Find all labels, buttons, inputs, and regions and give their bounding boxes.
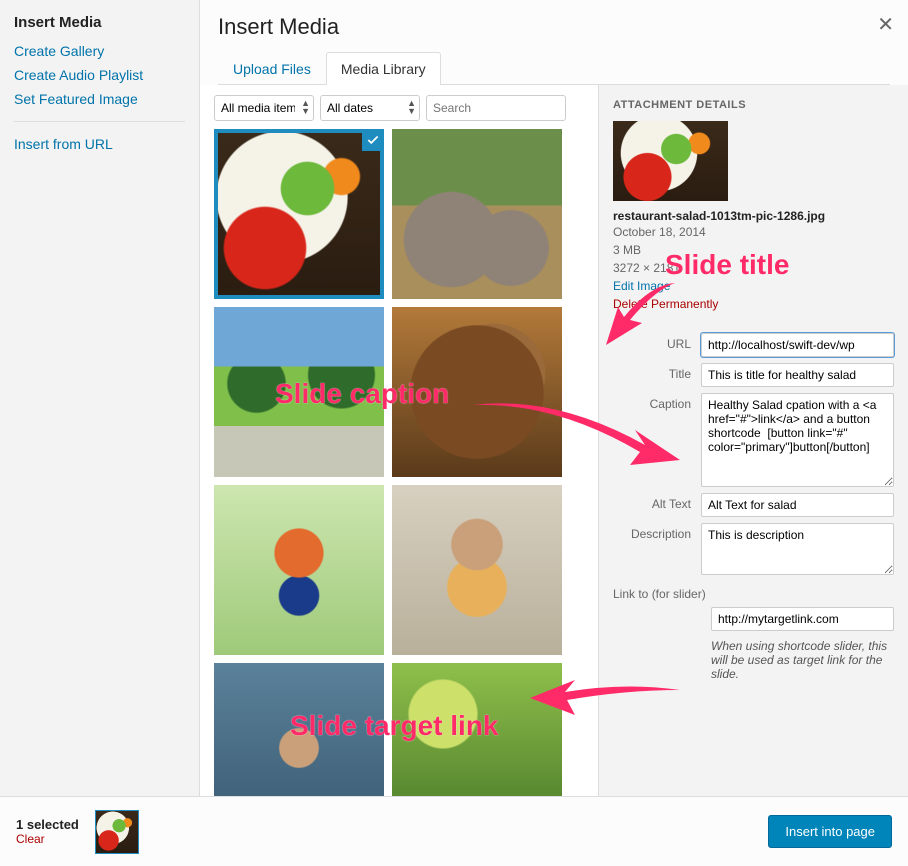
arrow-icon <box>465 390 685 480</box>
sidebar-separator <box>14 121 185 122</box>
arrow-icon <box>600 275 690 355</box>
media-tabs: Upload Files Media Library <box>218 52 890 85</box>
title-label: Title <box>613 363 701 381</box>
details-heading: ATTACHMENT DETAILS <box>613 99 894 111</box>
insert-media-modal: Insert Media Create Gallery Create Audio… <box>0 0 908 866</box>
selected-mini-thumb[interactable] <box>95 810 139 854</box>
selected-count: 1 selected <box>16 817 79 832</box>
detail-thumbnail <box>613 121 728 201</box>
alt-text-label: Alt Text <box>613 493 701 511</box>
linkto-field[interactable] <box>711 607 894 631</box>
filter-media-type[interactable]: All media items <box>214 95 314 121</box>
arrow-icon <box>525 670 685 730</box>
filter-date[interactable]: All dates <box>320 95 420 121</box>
linkto-label: Link to (for slider) <box>613 587 894 601</box>
media-thumb-boy[interactable] <box>214 485 384 655</box>
title-field[interactable] <box>701 363 894 387</box>
media-sidebar: Insert Media Create Gallery Create Audio… <box>0 0 200 796</box>
url-field[interactable] <box>701 333 894 357</box>
caption-field[interactable]: Healthy Salad cpation with a <a href="#"… <box>701 393 894 487</box>
media-thumb-salad[interactable] <box>214 129 384 299</box>
tab-upload-files[interactable]: Upload Files <box>218 52 326 85</box>
media-thumb-park[interactable] <box>214 307 384 477</box>
tab-media-library[interactable]: Media Library <box>326 52 441 85</box>
insert-into-page-button[interactable]: Insert into page <box>768 815 892 848</box>
search-input[interactable] <box>426 95 566 121</box>
media-thumb-girl2[interactable] <box>214 663 384 796</box>
detail-date: October 18, 2014 <box>613 223 894 241</box>
sidebar-create-audio-playlist[interactable]: Create Audio Playlist <box>14 63 185 87</box>
media-thumb-girl[interactable] <box>392 485 562 655</box>
modal-footer: 1 selected Clear Insert into page <box>0 796 908 866</box>
sidebar-set-featured-image[interactable]: Set Featured Image <box>14 87 185 111</box>
media-thumb-elephant[interactable] <box>392 129 562 299</box>
linkto-hint: When using shortcode slider, this will b… <box>711 639 894 681</box>
description-field[interactable]: This is description <box>701 523 894 575</box>
alt-text-field[interactable] <box>701 493 894 517</box>
sidebar-create-gallery[interactable]: Create Gallery <box>14 39 185 63</box>
description-label: Description <box>613 523 701 541</box>
detail-size: 3 MB <box>613 241 894 259</box>
sidebar-insert-from-url[interactable]: Insert from URL <box>14 132 185 156</box>
check-icon <box>362 129 384 151</box>
clear-selection[interactable]: Clear <box>16 832 79 846</box>
close-icon[interactable]: ✕ <box>877 12 894 37</box>
sidebar-heading: Insert Media <box>14 14 185 31</box>
modal-title: Insert Media <box>218 14 890 40</box>
detail-filename: restaurant-salad-1013tm-pic-1286.jpg <box>613 209 894 223</box>
